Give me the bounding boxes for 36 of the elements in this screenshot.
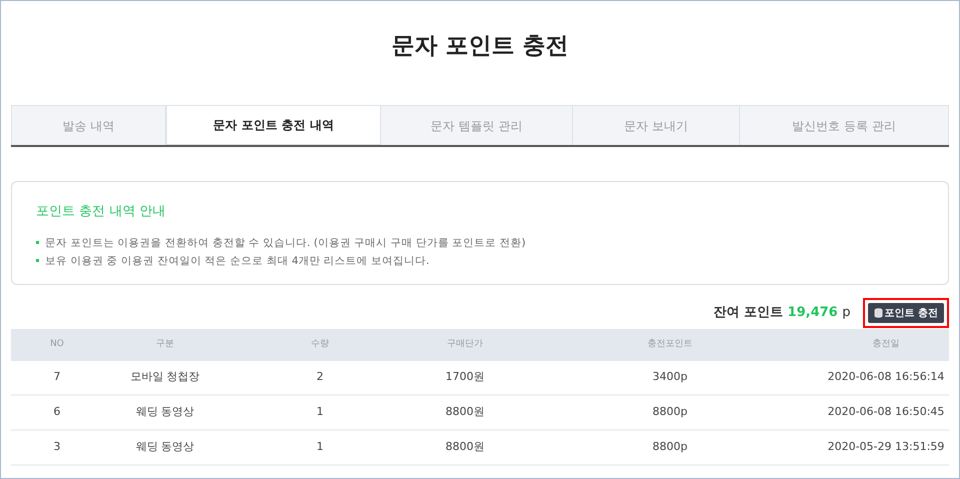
table-cell-text: 2020-06-08 16:56:14 xyxy=(828,369,944,386)
notice-text: 문자 포인트는 이용권을 전환하여 충전할 수 있습니다. (이용권 구매시 구매 단가를 포인트로 전환) xyxy=(45,236,526,250)
table-cell-text: 8800p xyxy=(652,404,688,420)
table-cell-text: 1 xyxy=(316,439,324,456)
table-cell-text: 1700원 xyxy=(446,369,484,386)
page-title: 문자 포인트 충전 xyxy=(391,32,568,61)
tab[interactable]: 문자 템플릿 관리 xyxy=(381,105,573,145)
notice-text: 보유 이용권 중 이용권 잔여일이 적은 순으로 최대 4개만 리스트에 보여집니다. xyxy=(45,254,430,268)
table-cell-text: 7 xyxy=(54,369,60,386)
table-cell-text: 모바일 청첩장 xyxy=(130,369,200,386)
tab[interactable]: 발신번호 등록 관리 xyxy=(740,105,949,145)
table-cell-text: 2 xyxy=(316,369,324,386)
table-cell-text: 8800원 xyxy=(446,439,484,456)
table-cell-text: 웨딩 동영상 xyxy=(136,404,194,420)
notice-title: 포인트 충전 내역 안내 xyxy=(36,203,166,221)
table-cell-text: 8800원 xyxy=(446,404,484,420)
tab[interactable]: 문자 포인트 충전 내역 xyxy=(166,105,381,145)
tab[interactable]: 문자 보내기 xyxy=(573,105,740,145)
table-cell-text: 2020-06-08 16:50:45 xyxy=(828,404,944,420)
database-icon xyxy=(874,308,883,318)
column-header: 구분 xyxy=(156,338,174,352)
column-header: NO xyxy=(50,338,64,352)
balance-text: 잔여 포인트 19,476 p xyxy=(713,304,851,322)
table-cell-text: 3400p xyxy=(652,369,688,386)
table-cell-text: 3 xyxy=(54,439,60,456)
table-cell-text: 8800p xyxy=(652,439,688,456)
table-cell-text: 웨딩 동영상 xyxy=(136,439,194,456)
column-header: 충전일 xyxy=(872,338,900,352)
tab[interactable]: 발송 내역 xyxy=(11,105,166,145)
table-cell-text: 2020-05-29 13:51:59 xyxy=(828,439,944,456)
column-header: 충전포인트 xyxy=(648,338,692,352)
table-cell-text: 6 xyxy=(54,404,60,420)
charge-button[interactable]: 포인트 충전 xyxy=(868,303,944,323)
column-header: 수량 xyxy=(311,338,329,352)
column-header: 구매단가 xyxy=(447,338,483,352)
table-cell-text: 1 xyxy=(316,404,324,420)
